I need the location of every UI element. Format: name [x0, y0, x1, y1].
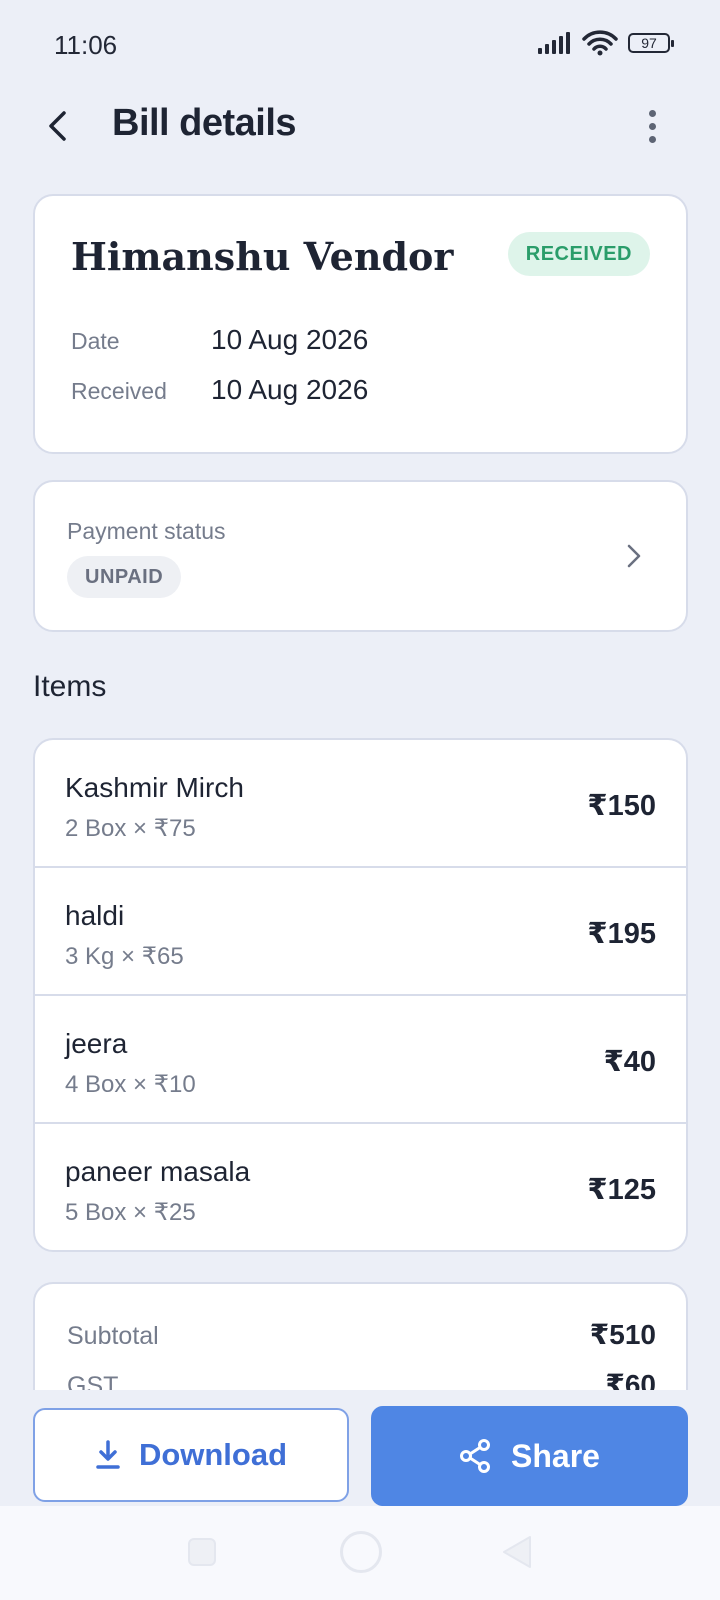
items-section-title: Items	[33, 670, 107, 703]
item-amount: ₹195	[587, 918, 656, 950]
more-options-button[interactable]	[634, 104, 670, 148]
subtotal-label: Subtotal	[67, 1322, 159, 1350]
received-row: Received 10 Aug 2026	[71, 374, 368, 406]
status-icons: 97	[538, 30, 674, 56]
date-row: Date 10 Aug 2026	[71, 324, 368, 356]
item-name: paneer masala	[65, 1156, 251, 1187]
list-item[interactable]: Kashmir Mirch 2 Box × ₹75 ₹150	[35, 740, 686, 868]
item-amount: ₹125	[587, 1174, 656, 1206]
nav-back-icon[interactable]	[500, 1534, 534, 1570]
date-value: 10 Aug 2026	[211, 324, 369, 355]
download-button[interactable]: Download	[33, 1408, 349, 1502]
chevron-right-icon	[622, 540, 646, 572]
item-detail: 3 Kg × ₹65	[65, 943, 184, 970]
item-detail: 2 Box × ₹75	[65, 815, 196, 842]
bill-summary-card: Himanshu Vendor RECEIVED Date 10 Aug 202…	[33, 194, 688, 454]
recents-button[interactable]	[188, 1538, 216, 1566]
page-title: Bill details	[112, 102, 297, 144]
payment-status-badge: UNPAID	[67, 556, 182, 598]
back-button[interactable]	[36, 104, 80, 148]
share-label: Share	[511, 1437, 600, 1474]
signal-icon	[538, 32, 570, 54]
list-item[interactable]: jeera 4 Box × ₹10 ₹40	[35, 996, 686, 1124]
payment-status-label: Payment status	[67, 518, 226, 544]
item-detail: 5 Box × ₹25	[65, 1199, 196, 1226]
item-name: jeera	[65, 1028, 128, 1059]
item-amount: ₹40	[603, 1046, 656, 1078]
item-detail: 4 Box × ₹10	[65, 1071, 196, 1098]
received-value: 10 Aug 2026	[211, 374, 369, 405]
share-icon	[460, 1439, 491, 1473]
action-bar: Download Share	[0, 1390, 720, 1506]
more-vert-icon	[648, 109, 656, 117]
download-icon	[96, 1440, 120, 1469]
item-amount: ₹150	[587, 790, 656, 822]
system-nav-bar	[0, 1506, 720, 1600]
item-name: haldi	[65, 900, 125, 931]
download-label: Download	[138, 1437, 288, 1472]
vendor-name: Himanshu Vendor	[71, 234, 454, 279]
subtotal-row: Subtotal ₹510	[67, 1318, 656, 1351]
battery-icon: 97	[628, 33, 674, 53]
list-item[interactable]: haldi 3 Kg × ₹65 ₹195	[35, 868, 686, 996]
home-button[interactable]	[340, 1531, 382, 1573]
subtotal-value: ₹510	[589, 1319, 656, 1350]
wifi-icon	[582, 30, 618, 56]
status-time: 11:06	[54, 30, 118, 60]
payment-status-card[interactable]: Payment status UNPAID	[33, 480, 688, 632]
share-button[interactable]: Share	[371, 1406, 688, 1506]
app-bar: Bill details	[0, 90, 720, 166]
status-bar: 11:06 97	[0, 0, 720, 90]
items-list: Kashmir Mirch 2 Box × ₹75 ₹150 haldi 3 K…	[33, 738, 688, 1252]
item-name: Kashmir Mirch	[65, 772, 244, 803]
arrow-back-icon	[49, 111, 66, 141]
status-badge: RECEIVED	[507, 232, 650, 276]
received-label: Received	[71, 378, 167, 404]
list-item[interactable]: paneer masala 5 Box × ₹25 ₹125	[35, 1124, 686, 1250]
date-label: Date	[71, 328, 120, 354]
